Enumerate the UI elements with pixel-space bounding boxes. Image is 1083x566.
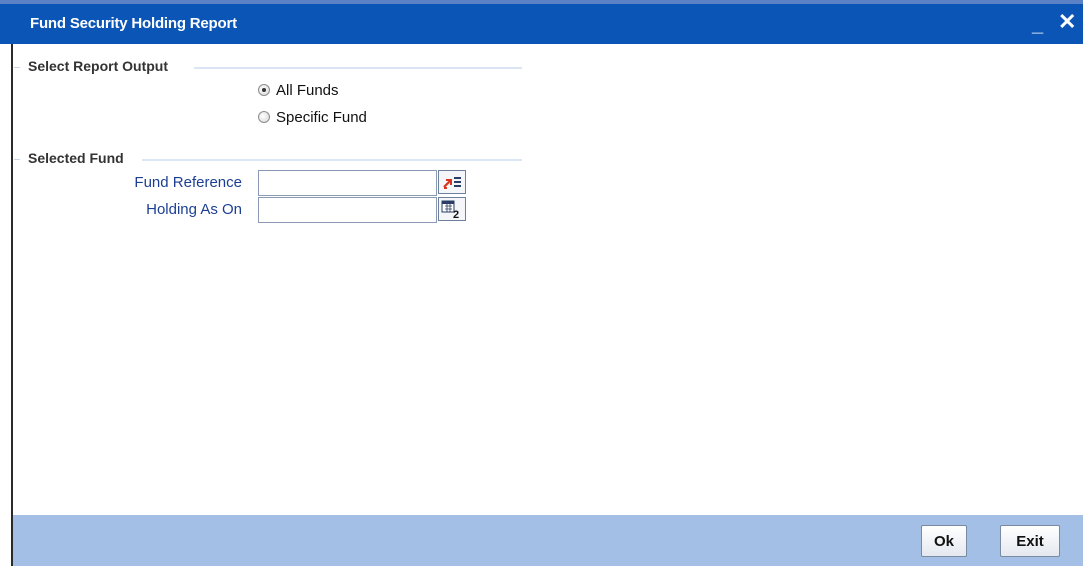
exit-button[interactable]: Exit bbox=[1000, 525, 1060, 557]
radio-specific-fund-label: Specific Fund bbox=[276, 108, 367, 126]
holding-as-on-label: Holding As On bbox=[146, 201, 242, 218]
fund-reference-label: Fund Reference bbox=[134, 174, 242, 191]
selected-fund-legend: Selected Fund bbox=[14, 150, 524, 168]
calendar-icon[interactable]: 2 bbox=[438, 197, 466, 221]
radio-all-funds-label: All Funds bbox=[276, 81, 339, 99]
fund-reference-input[interactable] bbox=[258, 170, 437, 196]
radio-all-funds-indicator[interactable] bbox=[258, 84, 270, 96]
svg-text:2: 2 bbox=[453, 209, 459, 220]
report-output-legend: Select Report Output bbox=[14, 58, 524, 76]
minimize-icon[interactable]: _ bbox=[1032, 13, 1043, 37]
legend-line bbox=[142, 159, 522, 161]
radio-specific-fund[interactable]: Specific Fund bbox=[258, 107, 367, 127]
legend-dash bbox=[14, 159, 20, 160]
selected-fund-legend-text: Selected Fund bbox=[28, 150, 124, 166]
list-of-values-icon[interactable] bbox=[438, 170, 466, 194]
close-icon[interactable]: ✕ bbox=[1058, 10, 1076, 34]
footer-bar: Ok Exit bbox=[13, 515, 1083, 566]
report-output-legend-text: Select Report Output bbox=[28, 58, 169, 74]
radio-all-funds[interactable]: All Funds bbox=[258, 80, 339, 100]
legend-dash bbox=[14, 67, 20, 68]
report-window: Fund Security Holding Report _ ✕ Select … bbox=[0, 0, 1083, 566]
window-title: Fund Security Holding Report bbox=[30, 15, 237, 32]
holding-as-on-input[interactable] bbox=[258, 197, 437, 223]
legend-line bbox=[194, 67, 522, 69]
title-bar: Fund Security Holding Report _ ✕ bbox=[0, 0, 1083, 44]
ok-button[interactable]: Ok bbox=[921, 525, 967, 557]
left-border bbox=[0, 44, 13, 566]
radio-specific-fund-indicator[interactable] bbox=[258, 111, 270, 123]
